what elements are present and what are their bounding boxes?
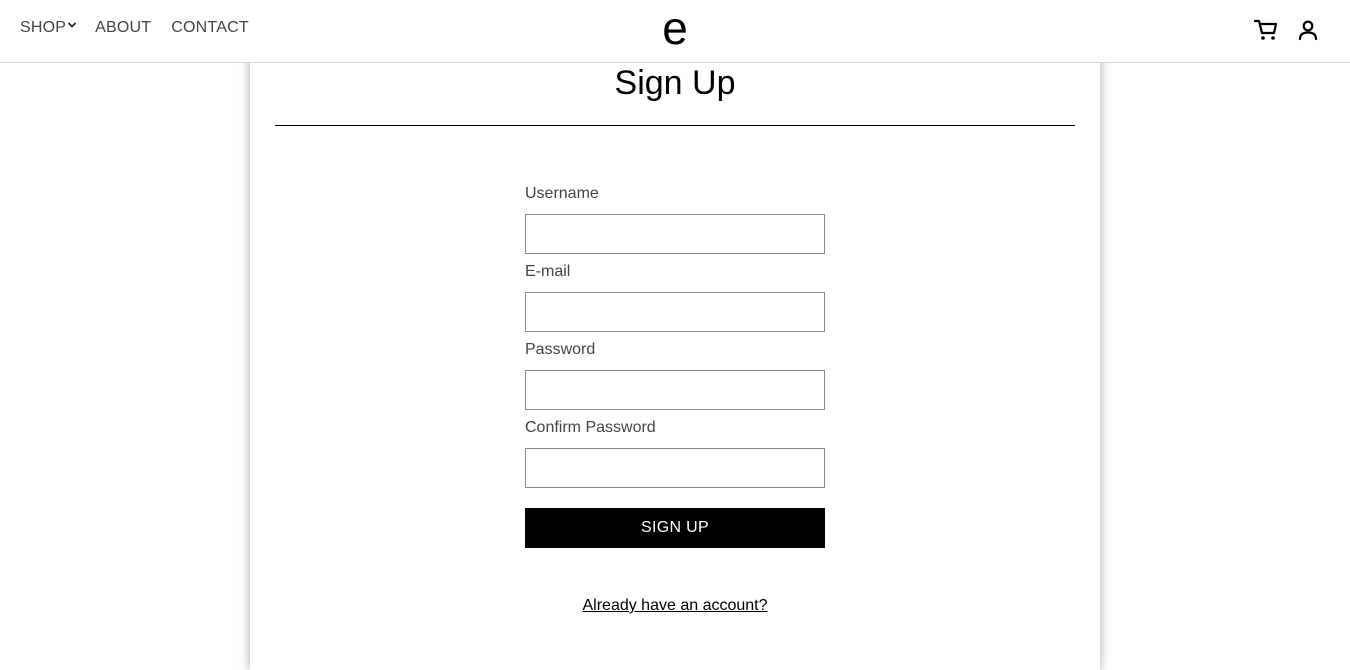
password-label: Password bbox=[525, 341, 596, 358]
signup-form: Username E-mail Password Confirm Passwor… bbox=[525, 184, 825, 548]
sign-up-button[interactable]: SIGN UP bbox=[525, 508, 825, 548]
nav-shop-dropdown[interactable]: SHOP bbox=[20, 19, 77, 37]
top-navbar: SHOP ABOUT CONTACT e bbox=[0, 0, 1350, 63]
main-nav: SHOP ABOUT CONTACT bbox=[20, 19, 249, 37]
confirm-password-field[interactable] bbox=[525, 448, 825, 488]
svg-text:e: e bbox=[662, 10, 688, 50]
already-have-account-link[interactable]: Already have an account? bbox=[582, 597, 767, 614]
username-field[interactable] bbox=[525, 214, 825, 254]
chevron-down-icon bbox=[68, 22, 77, 28]
title-divider bbox=[275, 125, 1075, 126]
user-icon[interactable] bbox=[1297, 19, 1319, 41]
login-link-container: Already have an account? bbox=[250, 597, 1100, 615]
email-field[interactable] bbox=[525, 292, 825, 332]
brand-logo[interactable]: e bbox=[656, 10, 694, 50]
email-label: E-mail bbox=[525, 263, 571, 280]
username-label: Username bbox=[525, 185, 599, 202]
page-title: Sign Up bbox=[614, 64, 736, 102]
shopping-cart-icon[interactable] bbox=[1254, 19, 1278, 41]
nav-shop-label: SHOP bbox=[20, 19, 67, 36]
password-field[interactable] bbox=[525, 370, 825, 410]
confirm-password-label: Confirm Password bbox=[525, 419, 656, 436]
nav-about-link[interactable]: ABOUT bbox=[95, 19, 151, 37]
nav-contact-link[interactable]: CONTACT bbox=[171, 19, 249, 37]
